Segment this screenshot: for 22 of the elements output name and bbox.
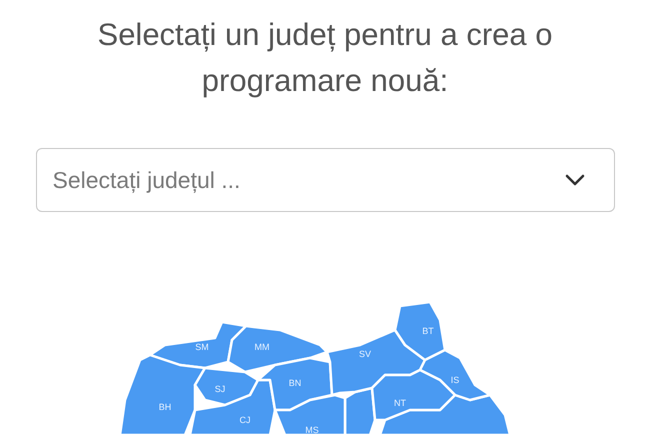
county-shape[interactable] — [418, 348, 492, 402]
page-title: Selectați un județ pentru a crea o programare nouă: — [96, 16, 554, 100]
county-shape[interactable] — [378, 394, 512, 435]
county-shape[interactable] — [194, 366, 260, 406]
county-code: NT — [394, 398, 406, 408]
county-code: BN — [288, 378, 302, 388]
county-shape[interactable] — [274, 394, 346, 435]
county-shape[interactable] — [394, 300, 446, 362]
county-shape[interactable] — [118, 354, 206, 435]
county-code: BT — [422, 326, 434, 336]
county-shape[interactable] — [188, 378, 276, 435]
county-code: CJ — [240, 415, 250, 425]
county-shape[interactable] — [256, 356, 334, 412]
chevron-down-icon — [564, 173, 586, 187]
county-code: IS — [450, 375, 460, 385]
county-code: SJ — [214, 384, 226, 394]
county-code: SV — [359, 349, 371, 359]
county-code: MS — [305, 425, 319, 435]
county-dropdown[interactable]: Selectați județul ... — [36, 148, 614, 212]
county-code: BH — [158, 402, 172, 412]
county-code: MM — [254, 342, 270, 352]
county-code: SM — [195, 342, 209, 352]
